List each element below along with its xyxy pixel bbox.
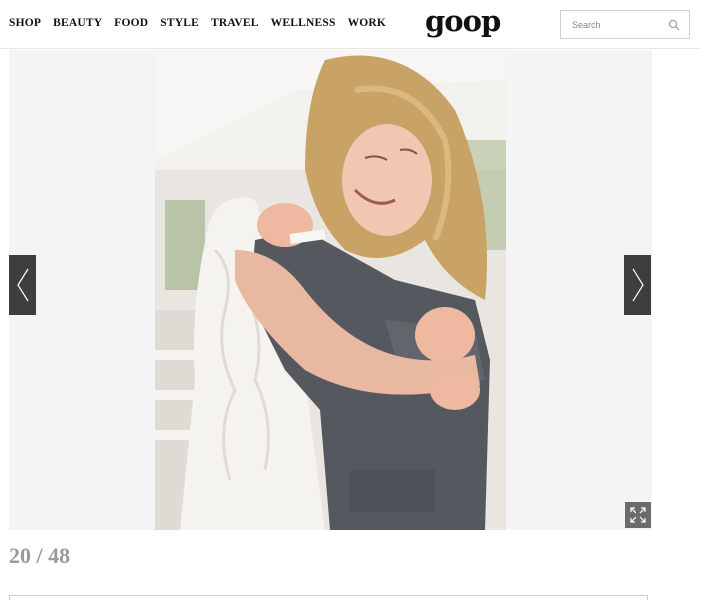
nav-item-travel[interactable]: TRAVEL <box>211 17 259 29</box>
nav-item-style[interactable]: STYLE <box>160 17 199 29</box>
wedding-photo-illustration <box>155 50 506 530</box>
nav-item-beauty[interactable]: BEAUTY <box>53 17 102 29</box>
caption-panel <box>9 595 648 600</box>
slide-counter: 20 / 48 <box>9 543 71 568</box>
gallery-photo <box>155 50 506 530</box>
prev-slide-button[interactable] <box>9 255 36 315</box>
main-nav: SHOP BEAUTY FOOD STYLE TRAVEL WELLNESS W… <box>9 17 386 29</box>
expand-icon <box>630 507 646 523</box>
site-logo[interactable]: goop <box>425 4 501 38</box>
search-box <box>560 10 690 39</box>
nav-item-wellness[interactable]: WELLNESS <box>271 17 336 29</box>
nav-item-shop[interactable]: SHOP <box>9 17 41 29</box>
next-slide-button[interactable] <box>624 255 651 315</box>
search-input[interactable] <box>561 11 661 38</box>
chevron-left-icon <box>16 268 29 302</box>
nav-item-work[interactable]: WORK <box>348 17 387 29</box>
nav-item-food[interactable]: FOOD <box>114 17 148 29</box>
search-icon[interactable] <box>668 19 680 31</box>
site-header: SHOP BEAUTY FOOD STYLE TRAVEL WELLNESS W… <box>0 0 701 49</box>
fullscreen-button[interactable] <box>625 502 651 528</box>
chevron-right-icon <box>631 268 644 302</box>
photo-gallery <box>9 50 652 530</box>
